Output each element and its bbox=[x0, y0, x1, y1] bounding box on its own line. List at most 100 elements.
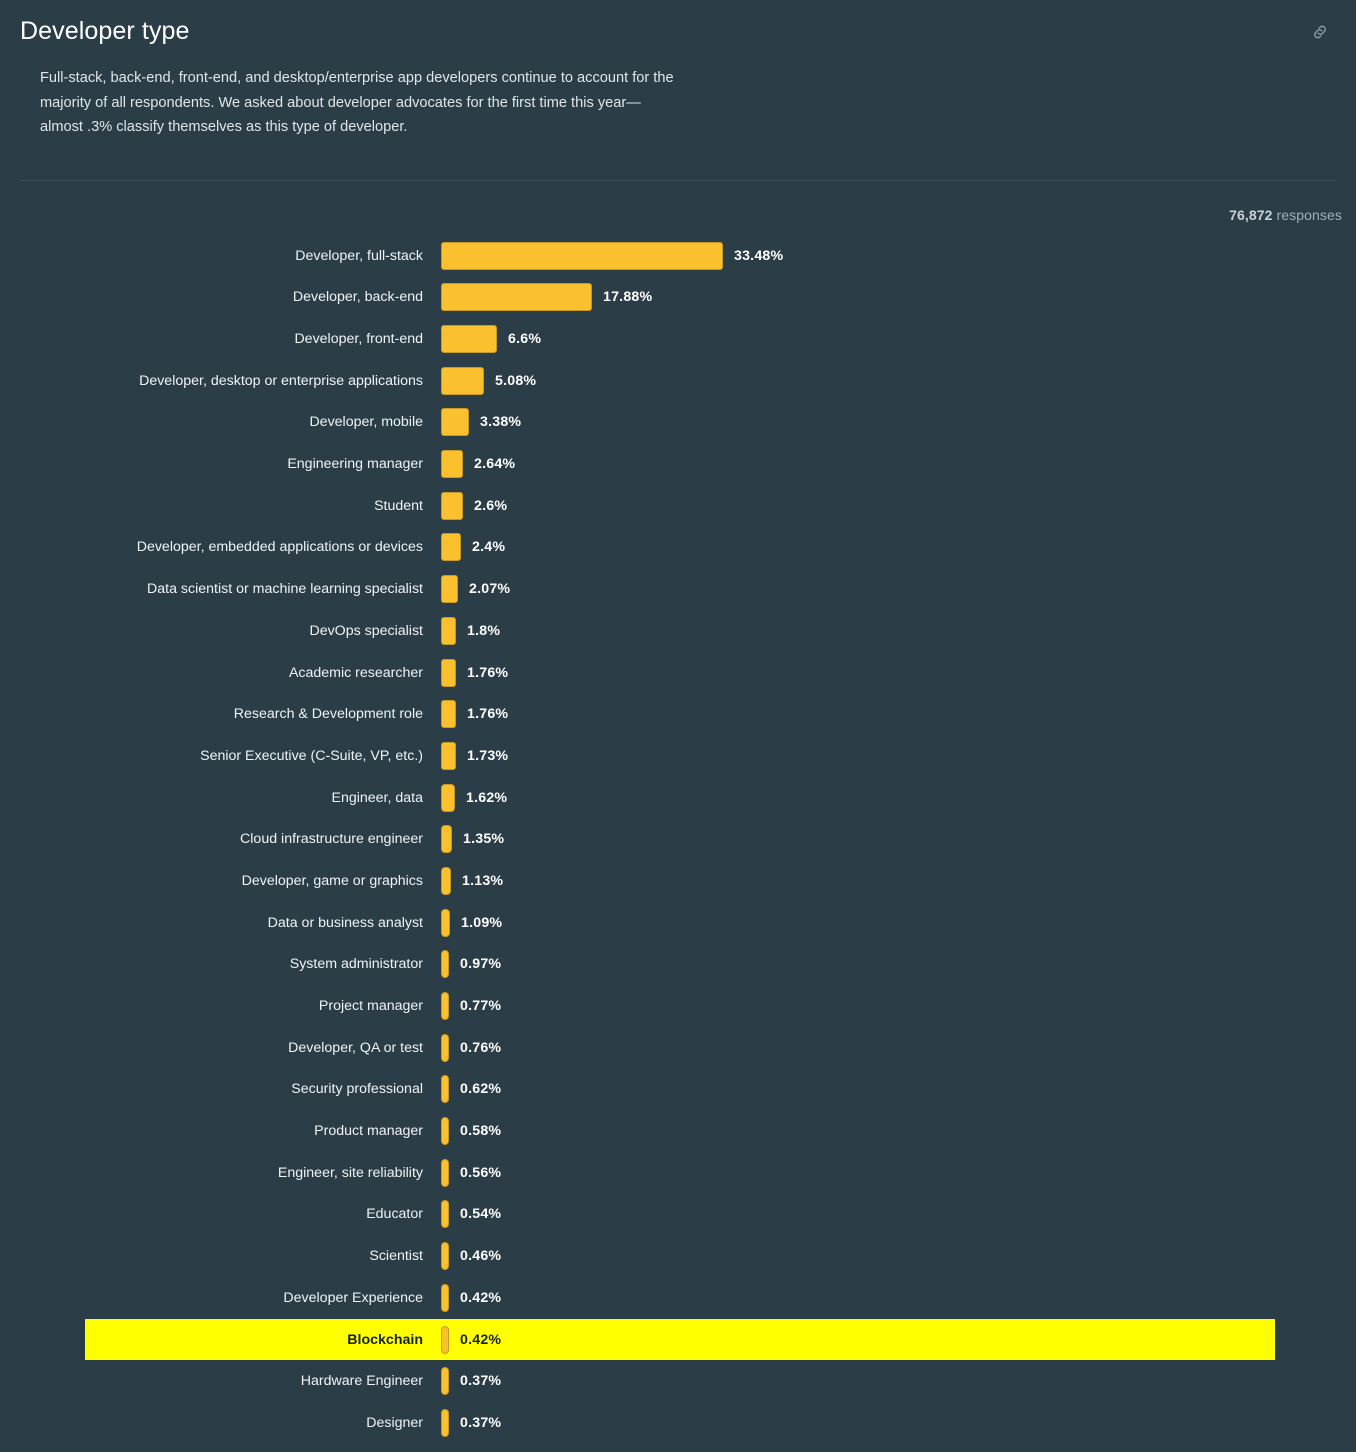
bar-value-label: 0.76% bbox=[460, 1039, 502, 1056]
chart-row[interactable]: Data or business analyst 1.09% bbox=[0, 902, 1356, 944]
chart-row[interactable]: Engineering manager 2.64% bbox=[0, 443, 1356, 485]
bar bbox=[441, 1117, 449, 1146]
chart-row[interactable]: Developer, back-end 17.88% bbox=[0, 276, 1356, 318]
bar-value-label: 1.76% bbox=[467, 664, 509, 681]
bar-and-value: 2.4% bbox=[441, 533, 506, 562]
bar-value-label: 17.88% bbox=[603, 289, 653, 306]
chart-row[interactable]: Scientist 0.46% bbox=[0, 1235, 1356, 1277]
bar bbox=[441, 950, 449, 979]
bar-value-label: 1.76% bbox=[467, 706, 509, 723]
bar-category-label: Research & Development role bbox=[233, 706, 423, 723]
chart-row[interactable]: Cloud infrastructure engineer 1.35% bbox=[0, 818, 1356, 860]
bar-value-label: 0.77% bbox=[460, 998, 502, 1014]
chart-row[interactable]: Developer, front-end 6.6% bbox=[0, 318, 1356, 360]
bar-and-value: 0.54% bbox=[441, 1200, 502, 1229]
bar bbox=[441, 741, 456, 770]
chart-row[interactable]: Project manager 0.77% bbox=[0, 985, 1356, 1027]
chart-row[interactable]: Data scientist or machine learning speci… bbox=[0, 568, 1356, 610]
bar-and-value: 0.42% bbox=[441, 1325, 501, 1354]
chart-row[interactable]: Developer, embedded applications or devi… bbox=[0, 527, 1356, 569]
chart-row[interactable]: Senior Executive (C-Suite, VP, etc.) 1.73… bbox=[0, 735, 1356, 777]
bar-value-label: 33.48% bbox=[734, 247, 784, 264]
bar-and-value: 1.76% bbox=[441, 700, 509, 729]
chart-row[interactable]: Developer, QA or test 0.76% bbox=[0, 1027, 1356, 1069]
bar-category-label: Product manager bbox=[314, 1123, 423, 1140]
chart-row[interactable]: System administrator 0.97% bbox=[0, 943, 1356, 985]
bar bbox=[441, 908, 450, 937]
bar-category-label: Blockchain bbox=[347, 1331, 423, 1348]
bar-and-value: 3.38% bbox=[441, 408, 522, 437]
bar bbox=[441, 783, 455, 812]
bar-and-value: 17.88% bbox=[441, 283, 653, 312]
chart-row[interactable]: Engineer, site reliability 0.56% bbox=[0, 1152, 1356, 1194]
bar bbox=[441, 283, 592, 312]
bar-value-label: 0.37% bbox=[460, 1373, 502, 1390]
chart-row[interactable]: Developer, game or graphics 1.13% bbox=[0, 860, 1356, 902]
bar bbox=[441, 325, 497, 353]
bar bbox=[441, 1325, 449, 1354]
bar-value-label: 0.62% bbox=[460, 1081, 502, 1098]
bar-category-label: Developer Experience bbox=[283, 1289, 423, 1306]
bar bbox=[441, 1158, 449, 1187]
bar-value-label: 0.54% bbox=[460, 1206, 502, 1223]
bar-value-label: 1.13% bbox=[462, 872, 504, 889]
bar-value-label: 2.4% bbox=[472, 539, 506, 556]
panel-description: Full-stack, back-end, front-end, and des… bbox=[40, 70, 674, 136]
bar-category-label: Developer, game or graphics bbox=[241, 872, 423, 889]
bar-and-value: 0.58% bbox=[441, 1117, 502, 1146]
chart-row[interactable]: Designer 0.37% bbox=[0, 1402, 1356, 1444]
bar-value-label: 0.37% bbox=[460, 1414, 502, 1431]
bar-category-label: Scientist bbox=[369, 1248, 423, 1265]
bar-value-label: 6.6% bbox=[508, 331, 542, 347]
chart-row[interactable]: Developer, desktop or enterprise applica… bbox=[0, 360, 1356, 402]
chart-row[interactable]: Developer, mobile 3.38% bbox=[0, 402, 1356, 444]
chart-row[interactable]: Engineer, data 1.62% bbox=[0, 777, 1356, 819]
chart-row[interactable]: Research & Development role 1.76% bbox=[0, 693, 1356, 735]
bar-value-label: 0.58% bbox=[460, 1123, 502, 1140]
chart-row[interactable]: Developer, full-stack 33.48% bbox=[0, 235, 1356, 277]
bar-category-label: Academic researcher bbox=[288, 664, 423, 681]
bar bbox=[441, 1033, 449, 1062]
bar-and-value: 0.37% bbox=[441, 1408, 502, 1437]
responses-label: responses bbox=[1276, 206, 1342, 223]
bar-and-value: 0.76% bbox=[441, 1033, 502, 1062]
bar-value-label: 1.73% bbox=[467, 747, 509, 764]
bar bbox=[441, 408, 469, 437]
bar-category-label: Engineer, site reliability bbox=[277, 1164, 423, 1181]
bar bbox=[441, 866, 451, 895]
bar bbox=[441, 825, 452, 854]
bar-value-label: 3.38% bbox=[480, 414, 522, 431]
responses-number: 76,872 bbox=[1229, 206, 1273, 223]
bar-and-value: 0.56% bbox=[441, 1158, 501, 1187]
bar-value-label: 5.08% bbox=[495, 372, 537, 389]
bar bbox=[441, 450, 463, 479]
bar-and-value: 1.62% bbox=[441, 783, 507, 812]
developer-type-bar-chart: Developer, full-stack 33.48% Developer, ba… bbox=[0, 235, 1356, 1444]
chart-row[interactable]: Developer Experience 0.42% bbox=[0, 1277, 1356, 1319]
chart-row-highlighted[interactable]: Blockchain 0.42% bbox=[0, 1318, 1356, 1361]
bar-value-label: 0.97% bbox=[460, 956, 502, 973]
bar bbox=[441, 1367, 449, 1396]
chart-row[interactable]: Security professional 0.62% bbox=[0, 1069, 1356, 1111]
bar-and-value: 0.77% bbox=[441, 992, 501, 1020]
chart-row[interactable]: Educator 0.54% bbox=[0, 1194, 1356, 1236]
bar-value-label: 1.35% bbox=[463, 831, 505, 848]
bar-category-label: Engineering manager bbox=[287, 456, 423, 473]
chart-row[interactable]: Hardware Engineer 0.37% bbox=[0, 1360, 1356, 1402]
bar bbox=[441, 700, 456, 729]
bar-value-label: 2.6% bbox=[474, 497, 508, 514]
bar-and-value: 2.64% bbox=[441, 450, 515, 479]
bar bbox=[441, 992, 449, 1020]
chart-row[interactable]: Product manager 0.58% bbox=[0, 1110, 1356, 1152]
bar-category-label: Engineer, data bbox=[331, 789, 423, 806]
chart-row[interactable]: DevOps specialist 1.8% bbox=[0, 610, 1356, 652]
bar-and-value: 0.37% bbox=[441, 1367, 502, 1396]
bar-and-value: 6.6% bbox=[441, 325, 541, 353]
link-chain-icon[interactable] bbox=[1306, 18, 1334, 46]
bar-and-value: 1.8% bbox=[441, 616, 500, 645]
chart-row[interactable]: Academic researcher 1.76% bbox=[0, 652, 1356, 694]
bar bbox=[441, 1283, 449, 1312]
bar-category-label: DevOps specialist bbox=[309, 622, 423, 639]
chart-row[interactable]: Student 2.6% bbox=[0, 485, 1356, 527]
bar bbox=[441, 616, 456, 645]
